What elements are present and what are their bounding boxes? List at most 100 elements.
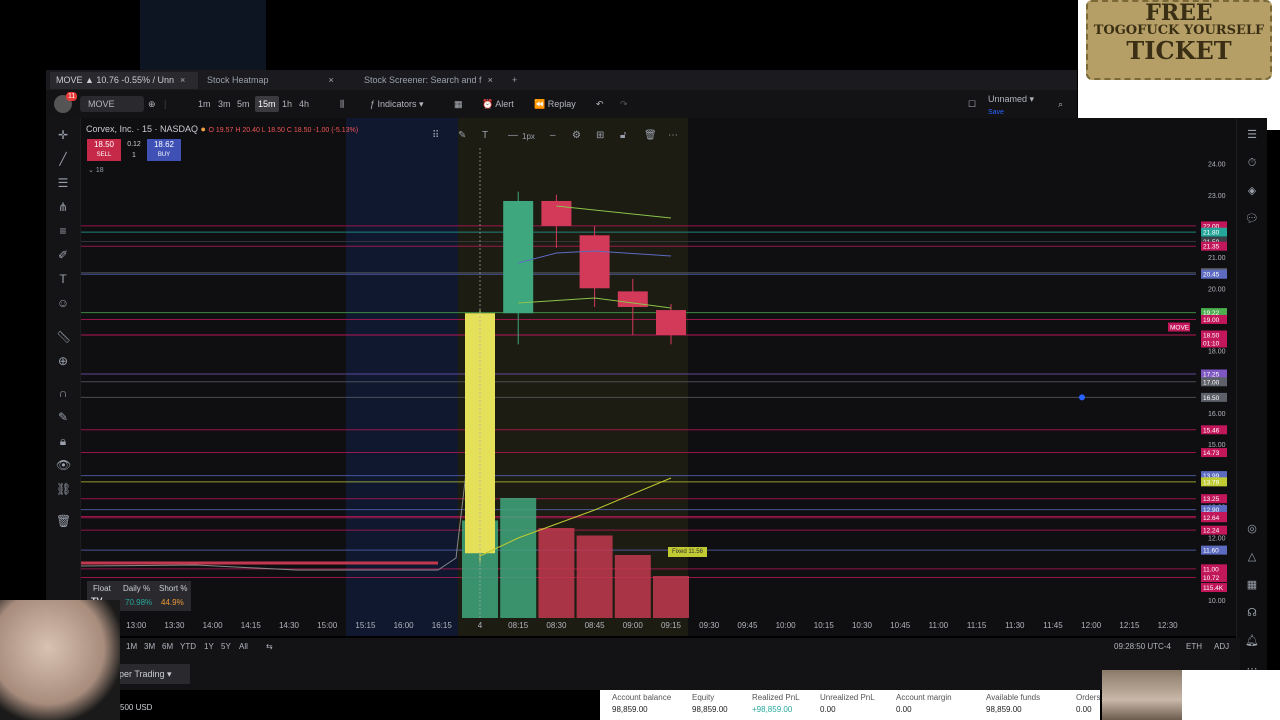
zoom-in-icon[interactable]: ⊕: [56, 354, 70, 368]
indicator-count: 18: [95, 167, 104, 174]
layout-name-button[interactable]: Unnamed ▾ Save: [988, 93, 1034, 116]
time-tick: 11:15: [966, 621, 987, 630]
layout-name: Unnamed: [988, 94, 1028, 104]
time-tick: 12:30: [1157, 621, 1178, 630]
short-value: 44.9%: [161, 598, 184, 607]
line-style-icon[interactable]: —: [508, 130, 518, 141]
text-icon[interactable]: T: [482, 130, 488, 141]
rss-icon[interactable]: ☊: [1245, 606, 1259, 620]
magnet-icon[interactable]: ∩: [56, 386, 70, 400]
time-tick: 12:15: [1119, 621, 1140, 630]
trash-drawings-icon[interactable]: 🗑︎: [56, 514, 71, 528]
clock-icon[interactable]: ⏱︎: [1245, 156, 1259, 170]
alert-button[interactable]: ⏰ Alert: [482, 96, 514, 112]
redo-icon[interactable]: ↷: [620, 96, 628, 112]
symbol-search[interactable]: MOVE: [80, 96, 144, 112]
fib-icon[interactable]: ≡: [56, 224, 70, 238]
clock-time[interactable]: 09:28:50 UTC-4: [1114, 642, 1171, 651]
price-tag-label: 10.72: [1203, 575, 1220, 582]
qty-value[interactable]: 1: [122, 150, 146, 161]
browser-tab-move[interactable]: MOVE ▲ 10.76 -0.55% / Unn ×: [50, 72, 198, 89]
range-6m[interactable]: 6M: [162, 642, 173, 651]
tab-label: MOVE ▲ 10.76 -0.55% / Unn: [56, 75, 174, 85]
price-tag-label: 11.00: [1203, 566, 1219, 573]
interval-3m[interactable]: 3m: [218, 96, 231, 112]
adj-toggle[interactable]: ADJ: [1214, 642, 1229, 651]
account-margin-value: 0.00: [896, 705, 912, 714]
lock-drawings-icon[interactable]: 🔒︎: [56, 434, 70, 448]
indicators-button[interactable]: ƒ Indicators ▾: [370, 96, 424, 112]
lock-icon[interactable]: 🔓︎: [620, 130, 626, 141]
pencil-lock-icon[interactable]: ✎: [56, 410, 70, 424]
drag-handle-icon[interactable]: ⠿: [432, 130, 439, 141]
orders-label: Orders: [1076, 693, 1101, 702]
close-icon[interactable]: ×: [329, 75, 334, 85]
range-ytd[interactable]: YTD: [180, 642, 196, 651]
browser-tab-screener[interactable]: Stock Screener: Search and f ×: [358, 72, 508, 89]
trash-icon[interactable]: 🗑︎: [644, 130, 657, 141]
range-all[interactable]: All: [239, 642, 248, 651]
bell-icon[interactable]: 🔔︎: [1245, 634, 1259, 648]
close-icon[interactable]: ×: [488, 75, 493, 85]
templates-icon[interactable]: ▦: [454, 96, 463, 112]
buy-price: 18.62: [153, 140, 175, 149]
range-1m[interactable]: 1M: [126, 642, 137, 651]
time-axis[interactable]: 12:4513:0013:3014:0014:1514:3015:0015:15…: [80, 618, 1236, 634]
line-width[interactable]: 1px: [522, 132, 535, 141]
calendar-icon[interactable]: ▦: [1245, 578, 1259, 592]
close-icon[interactable]: ×: [180, 75, 185, 85]
compare-add-icon[interactable]: ⊕: [148, 96, 156, 112]
interval-15m[interactable]: 15m: [255, 96, 279, 112]
webcam-overlay: [0, 600, 120, 720]
interval-1m[interactable]: 1m: [198, 96, 211, 112]
link-icon[interactable]: ⛓︎: [56, 482, 71, 496]
time-tick: 10:30: [851, 621, 873, 630]
chat-icon[interactable]: 💬︎: [1245, 212, 1259, 226]
time-tick: 16:15: [431, 621, 452, 630]
position-flag[interactable]: Fixed 11.56: [668, 547, 707, 557]
crosshair-icon[interactable]: ✛: [56, 128, 70, 142]
account-currency[interactable]: 500 USD: [120, 703, 152, 712]
realized-pnl-label: Realized PnL: [752, 693, 800, 702]
triangle-icon[interactable]: △: [1245, 550, 1259, 564]
layers-icon[interactable]: ◈: [1245, 184, 1259, 198]
dash-style-icon[interactable]: –: [550, 130, 556, 141]
interval-4h[interactable]: 4h: [299, 96, 309, 112]
range-3m[interactable]: 3M: [144, 642, 155, 651]
pitchfork-icon[interactable]: ⋔: [56, 200, 70, 214]
emoji-icon[interactable]: ☺: [56, 296, 70, 310]
candle-type-icon[interactable]: ⫼: [340, 96, 344, 112]
settings-icon[interactable]: ⚙: [572, 130, 581, 141]
text-tool-icon[interactable]: T: [56, 272, 70, 286]
price-chart[interactable]: 24.0023.0022.0021.0020.0019.0018.0017.00…: [46, 118, 1244, 636]
new-tab-button[interactable]: +: [506, 72, 523, 89]
legend-ohlc: O 19.57 H 20.40 L 18.50 C 18.50 -1.00 (-…: [208, 127, 359, 134]
interval-5m[interactable]: 5m: [237, 96, 250, 112]
eye-icon[interactable]: 👁︎: [56, 458, 71, 472]
replay-button[interactable]: ⏪ Replay: [534, 96, 576, 112]
trend-line-icon[interactable]: ╱: [56, 152, 70, 166]
indicator-collapse[interactable]: ⌄ 18: [88, 166, 104, 174]
watchlist-icon[interactable]: ☰: [1245, 128, 1259, 142]
price-tag-label: 11.60: [1203, 548, 1219, 555]
currency-switch[interactable]: ETH: [1186, 642, 1202, 651]
range-1y[interactable]: 1Y: [204, 642, 214, 651]
buy-button[interactable]: 18.62 BUY: [147, 139, 181, 161]
undo-icon[interactable]: ↶: [596, 96, 604, 112]
chart-pane[interactable]: 24.0023.0022.0021.0020.0019.0018.0017.00…: [46, 118, 1244, 636]
add-alert-icon[interactable]: ⊞: [596, 130, 604, 141]
range-5y[interactable]: 5Y: [221, 642, 231, 651]
ruler-icon[interactable]: 📏︎: [56, 330, 71, 344]
brush-icon[interactable]: ✐: [56, 248, 70, 262]
target-icon[interactable]: ◎: [1245, 522, 1259, 536]
browser-tab-heatmap[interactable]: Stock Heatmap ×: [201, 72, 346, 89]
pencil-icon[interactable]: ✎: [458, 130, 466, 141]
interval-1h[interactable]: 1h: [282, 96, 292, 112]
time-tick: 15:15: [355, 621, 376, 630]
layout-icon[interactable]: ☐: [968, 96, 976, 112]
search-icon[interactable]: ⌕: [1058, 96, 1063, 112]
horizontal-lines-icon[interactable]: ☰: [56, 176, 70, 190]
date-range-icon[interactable]: ⇆: [266, 642, 273, 651]
more-icon[interactable]: ⋯: [668, 130, 678, 141]
sell-button[interactable]: 18.50 SELL: [87, 139, 121, 161]
